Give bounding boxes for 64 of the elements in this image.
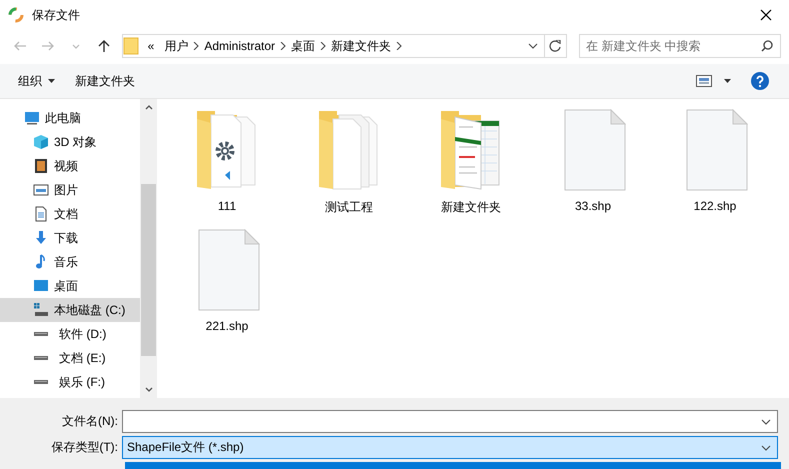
- breadcrumb[interactable]: 新建文件夹: [326, 38, 396, 54]
- computer-icon: [24, 110, 40, 126]
- chevron-down-icon: [528, 43, 538, 49]
- down-arrow-icon: [33, 230, 49, 246]
- nav-item[interactable]: 文档: [0, 202, 140, 226]
- nav-item[interactable]: 图片: [0, 178, 140, 202]
- scrollbar[interactable]: [140, 99, 157, 398]
- nav-item[interactable]: 视频: [0, 154, 140, 178]
- document-icon: [33, 206, 49, 222]
- organize-menu-button[interactable]: 组织: [8, 68, 65, 94]
- picture-icon: [33, 182, 49, 198]
- nav-item[interactable]: 桌面: [0, 274, 140, 298]
- view-icon: [696, 75, 712, 87]
- refresh-icon: [549, 40, 562, 52]
- breadcrumb[interactable]: 桌面: [286, 38, 320, 54]
- file-item[interactable]: 新建文件夹: [410, 109, 532, 229]
- drive-icon: [33, 379, 49, 385]
- folder-icon: [122, 37, 139, 55]
- new-folder-button[interactable]: 新建文件夹: [65, 68, 145, 94]
- drive-icon: [33, 331, 49, 337]
- field-label: 保存类型(T):: [50, 439, 119, 456]
- nav-item[interactable]: 本地磁盘 (C:): [0, 298, 140, 322]
- breadcrumb[interactable]: 用户: [159, 38, 194, 54]
- file-item[interactable]: 33.shp: [532, 109, 654, 229]
- nav-item[interactable]: 下载: [0, 226, 140, 250]
- chevron-right-icon: [193, 42, 200, 50]
- breadcrumb[interactable]: Administrator: [199, 39, 280, 53]
- cube-icon: [33, 134, 49, 150]
- nav-item[interactable]: 3D 对象: [0, 130, 140, 154]
- address-bar[interactable]: « 用户 Administrator 桌面 新建文件夹: [122, 34, 567, 58]
- up-arrow-icon: [96, 38, 112, 54]
- monitor-icon: [33, 278, 49, 294]
- nav-item[interactable]: 娱乐 (F:): [0, 370, 140, 394]
- nav-item[interactable]: 软件 (D:): [0, 322, 140, 346]
- search-field[interactable]: 在 新建文件夹 中搜索: [578, 34, 781, 58]
- chevron-down-icon: [761, 444, 771, 450]
- drive-icon: [33, 302, 49, 318]
- film-icon: [33, 158, 49, 174]
- file-item[interactable]: 测试工程: [288, 109, 410, 229]
- drive-icon: [33, 355, 49, 361]
- filename-field[interactable]: [122, 410, 778, 433]
- nav-item[interactable]: 此电脑: [0, 106, 140, 130]
- search-icon: [760, 40, 773, 52]
- chevron-right-icon: [396, 42, 402, 50]
- chevron-up-icon[interactable]: [144, 105, 152, 110]
- caret-down-icon: [48, 79, 55, 83]
- file-item[interactable]: 122.shp: [654, 109, 776, 229]
- app-logo-icon: [8, 7, 24, 23]
- window-title: 保存文件: [32, 6, 80, 24]
- overflow-chevron[interactable]: «: [142, 39, 160, 53]
- caret-down-icon: [724, 79, 731, 83]
- file-type-dropdown[interactable]: ShapeFile文件 (*.shp): [122, 436, 778, 459]
- file-item[interactable]: 221.shp: [166, 229, 288, 349]
- chevron-down-icon[interactable]: [144, 387, 152, 392]
- help-icon: [751, 72, 769, 90]
- nav-item[interactable]: 文档 (E:): [0, 346, 140, 370]
- field-label: 文件名(N):: [61, 413, 119, 430]
- close-icon: [760, 9, 772, 21]
- chevron-down-icon: [72, 44, 80, 48]
- chevron-right-icon: [280, 42, 286, 50]
- chevron-down-icon: [761, 418, 771, 424]
- file-item[interactable]: 111: [166, 109, 288, 229]
- chevron-right-icon: [320, 42, 326, 50]
- nav-item[interactable]: 音乐: [0, 250, 140, 274]
